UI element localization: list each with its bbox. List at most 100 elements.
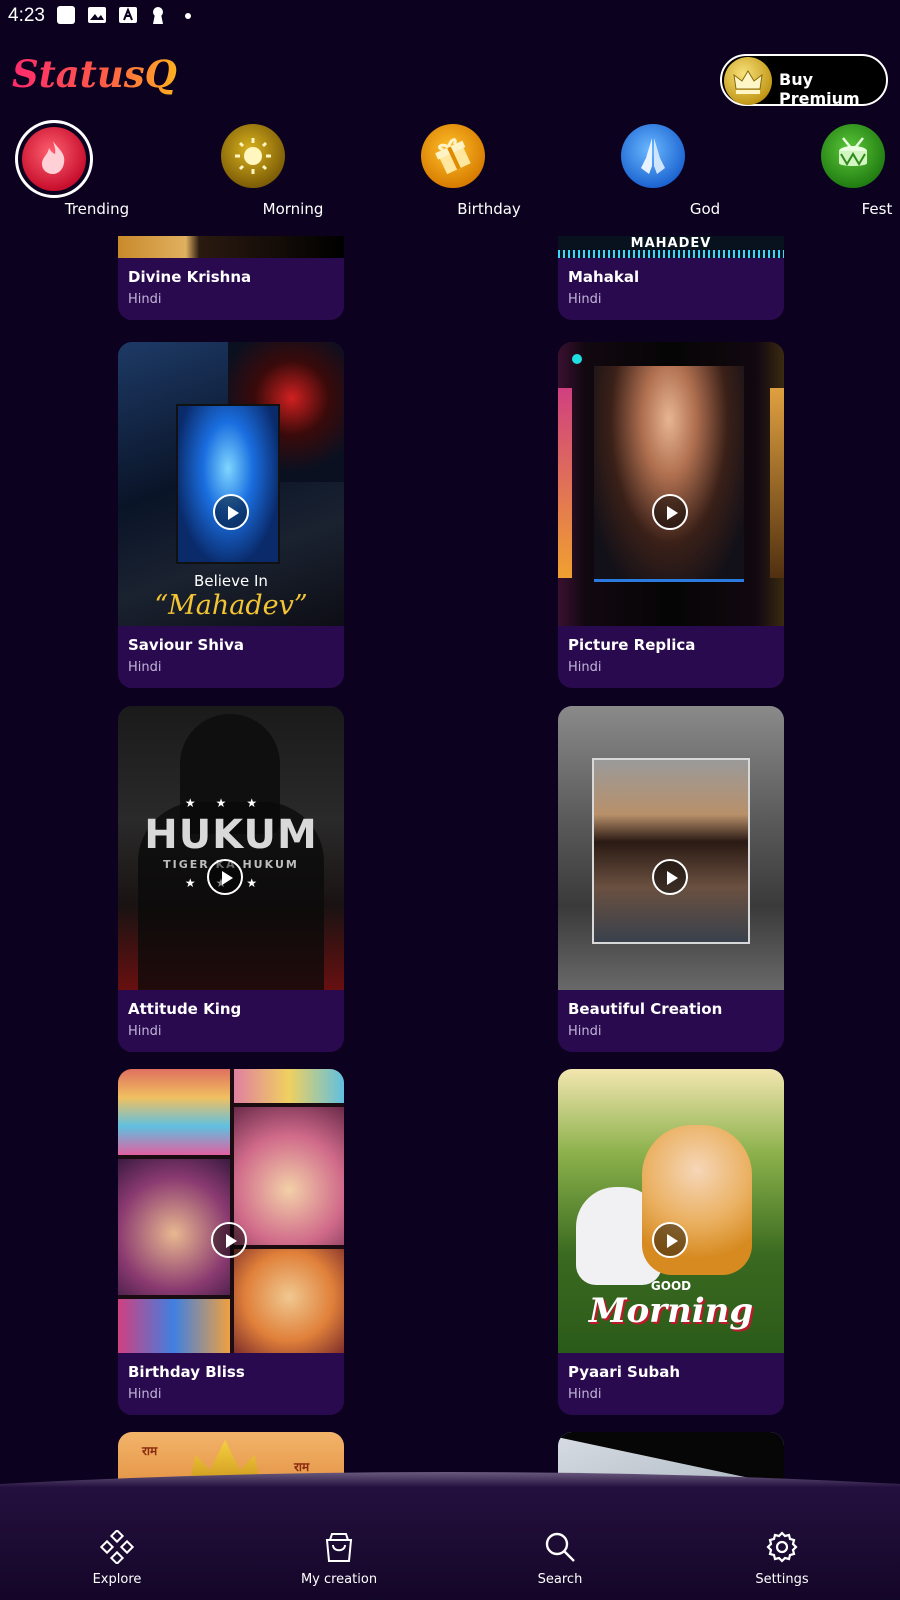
- thumbnail-photo: [234, 1249, 344, 1355]
- card-info: Divine Krishna Hindi: [118, 258, 344, 320]
- play-icon[interactable]: [207, 859, 243, 895]
- thumbnail-photo: [118, 1069, 230, 1155]
- status-time: 4:23: [8, 5, 45, 26]
- thumbnail-text: “Mahadev”: [154, 590, 308, 621]
- play-icon[interactable]: [652, 494, 688, 530]
- template-card-picture-replica[interactable]: Picture Replica Hindi: [558, 342, 784, 688]
- card-language: Hindi: [128, 1387, 162, 1402]
- nav-search[interactable]: Search: [485, 1530, 635, 1600]
- thumbnail-photo: [118, 1159, 230, 1295]
- card-language: Hindi: [128, 1024, 162, 1039]
- card-thumbnail: MAHADEV: [558, 236, 784, 260]
- star-decoration: ★★★: [184, 796, 278, 810]
- thumbnail-photo: [594, 366, 744, 582]
- card-language: Hindi: [128, 292, 162, 307]
- glow-dot: [572, 354, 582, 364]
- shopping-bag-icon: [325, 1533, 353, 1562]
- template-card-pyaari-subah[interactable]: GOOD Morning Pyaari Subah Hindi: [558, 1069, 784, 1415]
- buy-premium-button[interactable]: Buy Premium: [720, 54, 888, 108]
- nav-label: Settings: [755, 1572, 809, 1587]
- thumbnail-photo: [234, 1069, 344, 1103]
- card-thumbnail: Believe In “Mahadev”: [118, 342, 344, 628]
- play-icon[interactable]: [211, 1222, 247, 1258]
- play-icon[interactable]: [652, 859, 688, 895]
- template-card-beautiful-creation[interactable]: Beautiful Creation Hindi: [558, 706, 784, 1052]
- nav-my-creation[interactable]: My creation: [264, 1530, 414, 1600]
- card-info: Pyaari Subah Hindi: [558, 1353, 784, 1415]
- template-card-divine-krishna[interactable]: Divine Krishna Hindi: [118, 236, 344, 320]
- card-thumbnail: GOOD Morning: [558, 1069, 784, 1355]
- thumbnail-photo: [558, 388, 572, 578]
- category-morning[interactable]: Morning: [183, 120, 323, 220]
- buy-premium-label: Buy Premium: [779, 70, 860, 108]
- nav-label: Search: [537, 1572, 583, 1587]
- card-info: Mahakal Hindi: [558, 258, 784, 320]
- thumbnail-text: राम: [142, 1444, 158, 1458]
- card-language: Hindi: [568, 660, 602, 675]
- template-card-attitude-king[interactable]: ★★★ HUKUM TIGER KA HUKUM ★★★ Attitude Ki…: [118, 706, 344, 1052]
- card-title: Attitude King: [128, 1000, 242, 1018]
- thumbnail-photo: [234, 1107, 344, 1245]
- card-title: Birthday Bliss: [128, 1363, 245, 1381]
- card-language: Hindi: [128, 660, 162, 675]
- category-birthday[interactable]: Birthday: [383, 120, 523, 220]
- card-info: Saviour Shiva Hindi: [118, 626, 344, 688]
- category-trending[interactable]: Trending: [15, 120, 155, 220]
- card-info: Birthday Bliss Hindi: [118, 1353, 344, 1415]
- template-card-birthday-bliss[interactable]: Birthday Bliss Hindi: [118, 1069, 344, 1415]
- card-title: Divine Krishna: [128, 268, 252, 286]
- play-icon[interactable]: [652, 1222, 688, 1258]
- card-language: Hindi: [568, 1387, 602, 1402]
- nav-explore[interactable]: Explore: [42, 1530, 192, 1600]
- template-grid: Divine Krishna Hindi MAHADEV Mahakal Hin…: [0, 236, 900, 1496]
- category-label: Trending: [64, 200, 130, 218]
- sun-icon: [221, 124, 285, 188]
- thumbnail-photo: [176, 404, 280, 564]
- category-label: Morning: [262, 200, 324, 218]
- category-festival[interactable]: Fest: [783, 120, 900, 220]
- thumbnail-photo: [770, 388, 784, 578]
- card-info: Attitude King Hindi: [118, 990, 344, 1052]
- app-notification-icon: [57, 6, 75, 24]
- thumbnail-text: HUKUM: [144, 812, 318, 858]
- card-title: Beautiful Creation: [568, 1000, 723, 1018]
- category-label: Birthday: [457, 200, 521, 218]
- card-title: Mahakal: [568, 268, 640, 286]
- thumbnail-text: MAHADEV: [630, 236, 712, 251]
- template-card-mahakal[interactable]: MAHADEV Mahakal Hindi: [558, 236, 784, 320]
- card-thumbnail: [118, 1069, 344, 1355]
- card-title: Saviour Shiva: [128, 636, 244, 654]
- card-thumbnail: [118, 236, 344, 260]
- card-info: Beautiful Creation Hindi: [558, 990, 784, 1052]
- fire-icon: [15, 120, 93, 198]
- nav-label: My creation: [300, 1572, 378, 1587]
- crown-icon: [724, 57, 772, 105]
- gallery-icon: [88, 7, 106, 23]
- category-god[interactable]: God: [583, 120, 723, 220]
- text-a-icon: [119, 7, 137, 23]
- status-bar: 4:23: [0, 0, 900, 34]
- praying-hands-icon: [621, 124, 685, 188]
- thumbnail-photo: [592, 758, 750, 944]
- gift-icon: [421, 124, 485, 188]
- notification-dot: [185, 13, 191, 19]
- card-info: Picture Replica Hindi: [558, 626, 784, 688]
- category-label: God: [689, 200, 721, 218]
- nav-settings[interactable]: Settings: [707, 1530, 857, 1600]
- card-language: Hindi: [568, 292, 602, 307]
- category-label: Fest: [861, 200, 893, 218]
- app-logo: StatusQ: [12, 52, 177, 96]
- thumbnail-text: Morning: [588, 1291, 754, 1331]
- thumbnail-text: Believe In: [194, 572, 268, 590]
- explore-icon: [100, 1530, 134, 1564]
- play-icon[interactable]: [213, 494, 249, 530]
- card-language: Hindi: [568, 1024, 602, 1039]
- nav-label: Explore: [92, 1572, 142, 1587]
- search-icon: [545, 1532, 575, 1562]
- keyhole-icon: [153, 7, 163, 24]
- gear-icon: [766, 1531, 798, 1563]
- template-card-saviour-shiva[interactable]: Believe In “Mahadev” Saviour Shiva Hindi: [118, 342, 344, 688]
- card-thumbnail: ★★★ HUKUM TIGER KA HUKUM ★★★: [118, 706, 344, 992]
- card-title: Pyaari Subah: [568, 1363, 681, 1381]
- card-thumbnail: [558, 706, 784, 992]
